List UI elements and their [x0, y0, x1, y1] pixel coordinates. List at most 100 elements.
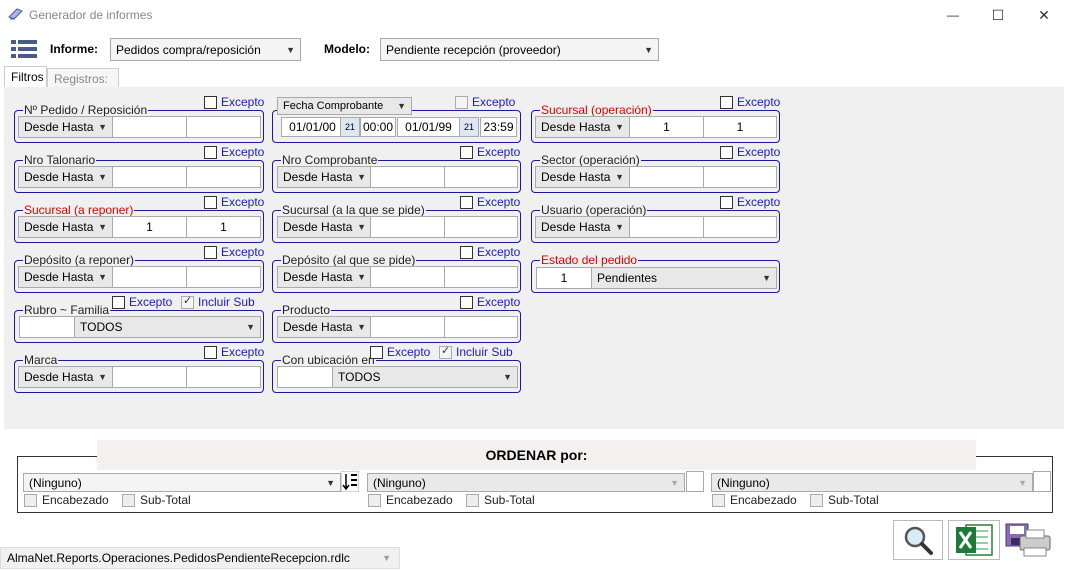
range-select[interactable]: Desde Hasta ▼ — [18, 166, 113, 188]
from-input[interactable] — [370, 266, 445, 288]
order-3-subtotal-checkbox[interactable]: Sub-Total — [810, 493, 879, 507]
preview-button[interactable] — [893, 520, 943, 560]
range-select[interactable]: Desde Hasta ▼ — [277, 166, 372, 188]
minimize-button[interactable]: — — [930, 0, 976, 30]
excepto-checkbox[interactable]: Excepto — [720, 95, 780, 109]
excepto-checkbox[interactable]: Excepto — [460, 245, 520, 259]
to-input[interactable] — [703, 166, 777, 188]
range-select[interactable]: Desde Hasta ▼ — [277, 216, 372, 238]
order-2-encabezado-checkbox[interactable]: Encabezado — [368, 493, 453, 507]
range-select[interactable]: Desde Hasta ▼ — [18, 216, 113, 238]
order-3-encabezado-checkbox[interactable]: Encabezado — [712, 493, 797, 507]
excepto-checkbox[interactable]: Excepto — [204, 95, 264, 109]
from-input[interactable] — [370, 166, 445, 188]
to-input[interactable] — [186, 366, 261, 388]
range-select[interactable]: Desde Hasta ▼ — [277, 266, 372, 288]
order-1-encabezado-checkbox[interactable]: Encabezado — [24, 493, 109, 507]
excepto-checkbox[interactable]: Excepto — [455, 95, 515, 109]
sort-desc-icon[interactable] — [341, 471, 359, 492]
rubro-select[interactable]: TODOS ▼ — [74, 316, 261, 338]
range-select[interactable]: Desde Hasta ▼ — [18, 116, 113, 138]
from-input[interactable]: 1 — [629, 116, 704, 138]
range-select[interactable]: Desde Hasta ▼ — [535, 166, 630, 188]
ubicacion-group: Con ubicación en TODOS ▼ — [272, 353, 521, 393]
order-field-1-select[interactable]: (Ninguno) ▼ — [23, 473, 341, 492]
excepto-checkbox[interactable]: Excepto — [112, 295, 172, 309]
excepto-checkbox[interactable]: Excepto — [720, 145, 780, 159]
range-select[interactable]: Desde Hasta ▼ — [535, 116, 630, 138]
to-input[interactable]: 1 — [186, 216, 261, 238]
date-to-input[interactable]: 01/01/99 — [397, 117, 460, 137]
time-from-input[interactable]: 00:00 — [360, 117, 396, 137]
estado-pedido-group: Estado del pedido 1 Pendientes ▼ — [531, 253, 780, 293]
estado-code-input[interactable]: 1 — [536, 267, 592, 289]
order-field-2-select[interactable]: (Ninguno) ▼ — [367, 473, 685, 492]
excepto-checkbox[interactable]: Excepto — [204, 195, 264, 209]
nro-talonario-group: Nro Talonario Desde Hasta ▼ — [14, 153, 264, 193]
from-input[interactable] — [370, 316, 445, 338]
excepto-checkbox[interactable]: Excepto — [370, 345, 430, 359]
calendar-icon[interactable]: 21 — [340, 117, 360, 137]
to-input[interactable] — [703, 216, 777, 238]
ubicacion-title: Con ubicación en — [281, 353, 376, 367]
sort-button-2[interactable] — [686, 471, 704, 492]
excepto-checkbox[interactable]: Excepto — [204, 245, 264, 259]
marca-title: Marca — [23, 353, 59, 367]
from-input[interactable] — [112, 116, 187, 138]
from-input[interactable] — [112, 266, 187, 288]
order-field-3-select[interactable]: (Ninguno) ▼ — [711, 473, 1033, 492]
report-file-select[interactable]: AlmaNet.Reports.Operaciones.PedidosPendi… — [0, 547, 400, 569]
range-select[interactable]: Desde Hasta ▼ — [18, 266, 113, 288]
deposito-pide-group: Depósito (al que se pide) Desde Hasta ▼ — [272, 253, 521, 293]
time-to-input[interactable]: 23:59 — [480, 117, 517, 137]
excepto-checkbox[interactable]: Excepto — [720, 195, 780, 209]
from-input[interactable] — [629, 216, 704, 238]
menu-icon[interactable] — [11, 40, 37, 59]
from-input[interactable] — [629, 166, 704, 188]
sector-operacion-group: Sector (operación) Desde Hasta ▼ — [531, 153, 780, 193]
excepto-checkbox[interactable]: Excepto — [460, 195, 520, 209]
sector-operacion-title: Sector (operación) — [540, 153, 641, 167]
from-input[interactable] — [370, 216, 445, 238]
to-input[interactable] — [444, 166, 518, 188]
from-input[interactable] — [112, 366, 187, 388]
range-select[interactable]: Desde Hasta ▼ — [18, 366, 113, 388]
to-input[interactable] — [186, 116, 261, 138]
save-print-button[interactable] — [1003, 520, 1055, 560]
from-input[interactable] — [112, 166, 187, 188]
range-select[interactable]: Desde Hasta ▼ — [277, 316, 372, 338]
close-button[interactable]: ✕ — [1021, 0, 1067, 30]
excel-export-button[interactable] — [948, 520, 1000, 560]
from-input[interactable]: 1 — [112, 216, 187, 238]
fecha-type-select[interactable]: Fecha Comprobante ▼ — [277, 97, 412, 115]
tab-filtros[interactable]: Filtros — [4, 66, 47, 88]
order-2-subtotal-checkbox[interactable]: Sub-Total — [466, 493, 535, 507]
estado-select[interactable]: Pendientes ▼ — [591, 267, 777, 289]
excepto-checkbox[interactable]: Excepto — [460, 295, 520, 309]
excepto-checkbox[interactable]: Excepto — [204, 145, 264, 159]
tab-registros[interactable]: Registros: 0 — [47, 68, 119, 100]
to-input[interactable] — [444, 216, 518, 238]
to-input[interactable] — [186, 266, 261, 288]
range-select[interactable]: Desde Hasta ▼ — [535, 216, 630, 238]
to-input[interactable] — [444, 316, 518, 338]
calendar-icon[interactable]: 21 — [459, 117, 479, 137]
incluir-sub-checkbox[interactable]: Incluir Sub — [439, 344, 513, 359]
excepto-checkbox[interactable]: Excepto — [460, 145, 520, 159]
to-input[interactable]: 1 — [703, 116, 777, 138]
excepto-checkbox[interactable]: Excepto — [204, 345, 264, 359]
order-1-subtotal-checkbox[interactable]: Sub-Total — [122, 493, 191, 507]
sort-button-3[interactable] — [1033, 471, 1051, 492]
to-input[interactable] — [444, 266, 518, 288]
ubicacion-select[interactable]: TODOS ▼ — [332, 366, 518, 388]
incluir-sub-checkbox[interactable]: Incluir Sub — [181, 294, 255, 309]
modelo-select[interactable]: Pendiente recepción (proveedor) ▼ — [380, 38, 659, 61]
usuario-operacion-group: Usuario (operación) Desde Hasta ▼ — [531, 203, 780, 243]
date-from-input[interactable]: 01/01/00 — [281, 117, 344, 137]
to-input[interactable] — [186, 166, 261, 188]
rubro-code-input[interactable] — [19, 316, 75, 338]
estado-pedido-title: Estado del pedido — [540, 253, 639, 267]
maximize-button[interactable]: ☐ — [975, 0, 1021, 30]
ubicacion-code-input[interactable] — [277, 366, 333, 388]
informe-select[interactable]: Pedidos compra/reposición ▼ — [110, 38, 301, 61]
